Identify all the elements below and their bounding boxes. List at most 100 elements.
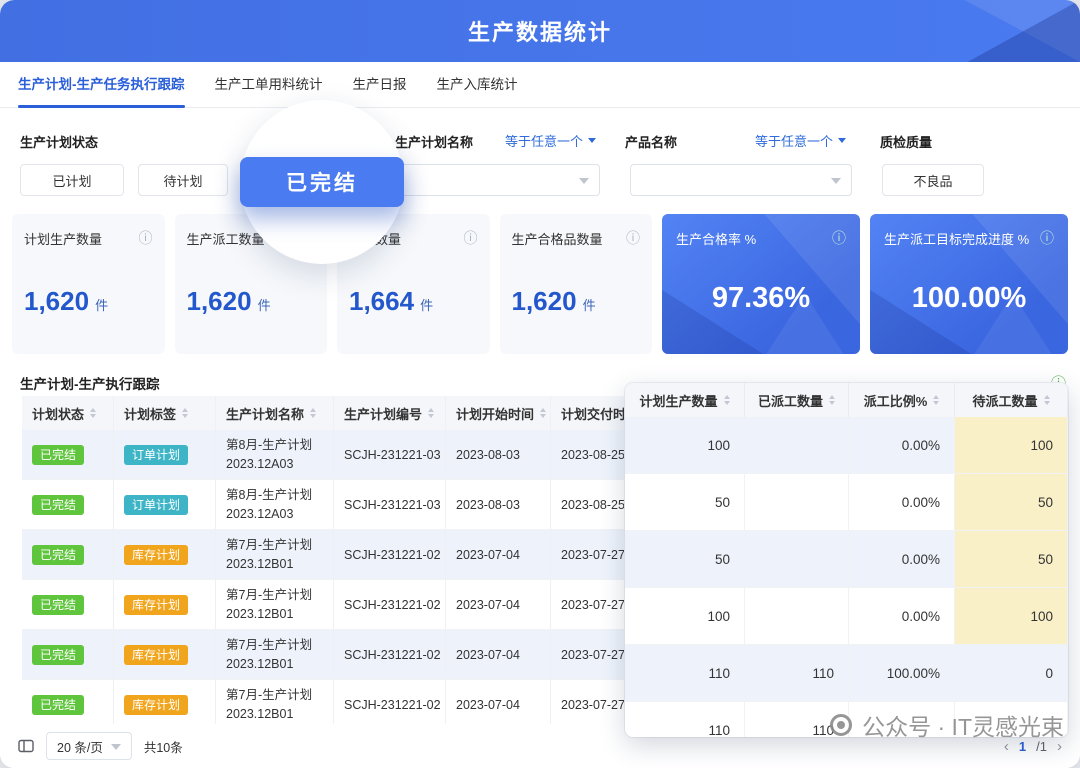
due-date-cell: 2023-07-27 [561, 598, 625, 612]
table-header-row: 计划状态 计划标签 生产计划名称 生产计划编号 计划开始时间 计划交付时间 [22, 396, 656, 430]
page-title: 生产数据统计 [468, 15, 612, 47]
due-date-cell: 2023-07-27 [561, 548, 625, 562]
plan-code-cell: SCJH-231221-02 [344, 598, 441, 612]
chevron-down-icon [588, 138, 596, 143]
table-row[interactable]: 已完结 库存计划 第7月-生产计划 2023.12B01 SCJH-231221… [22, 630, 656, 680]
column-header-dispatched-qty[interactable]: 已派工数量 [745, 383, 849, 417]
sort-icon [829, 395, 835, 405]
production-dashboard: 生产数据统计 生产计划-生产任务执行跟踪 生产工单用料统计 生产日报 生产入库统… [0, 0, 1080, 768]
sort-icon [1044, 395, 1050, 405]
pending-qty-cell: 50 [955, 531, 1068, 587]
filter-button-finished[interactable]: 已完结 [240, 157, 404, 207]
info-icon[interactable]: ⓘ [139, 228, 153, 248]
tag-badge: 订单计划 [124, 445, 188, 465]
card-value: 100.00% [912, 282, 1027, 315]
tab-bar: 生产计划-生产任务执行跟踪 生产工单用料统计 生产日报 生产入库统计 [0, 62, 1080, 108]
plan-name-label: 生产计划名称 [395, 132, 473, 151]
status-badge: 已完结 [32, 495, 84, 515]
info-icon[interactable]: ⓘ [832, 228, 846, 248]
plan-name-cell: 第8月-生产计划 2023.12A03 [226, 436, 333, 474]
card-planned-qty: 计划生产数量 ⓘ 1,620件 [12, 214, 165, 354]
card-unit: 件 [258, 295, 271, 314]
pending-qty-cell: 100 [955, 588, 1068, 644]
dispatched-qty-cell [745, 474, 849, 530]
column-header-plan-status[interactable]: 计划状态 [22, 396, 114, 430]
product-operator-link[interactable]: 等于任意一个 [755, 131, 846, 150]
filter-button-pending[interactable]: 待计划 [138, 164, 228, 196]
tag-badge: 库存计划 [124, 545, 188, 565]
start-date-cell: 2023-07-04 [456, 698, 520, 712]
planned-qty-cell: 50 [625, 531, 745, 587]
view-settings-icon[interactable] [18, 738, 34, 754]
chevron-down-icon [831, 178, 841, 184]
start-date-cell: 2023-08-03 [456, 448, 520, 462]
table-row[interactable]: 已完结 库存计划 第7月-生产计划 2023.12B01 SCJH-231221… [22, 680, 656, 724]
start-date-cell: 2023-07-04 [456, 648, 520, 662]
table-row[interactable]: 110 110 100.00% 0 [625, 645, 1068, 702]
status-badge: 已完结 [32, 545, 84, 565]
tab-production-plan-tracking[interactable]: 生产计划-生产任务执行跟踪 [18, 62, 185, 108]
column-header-plan-code[interactable]: 生产计划编号 [334, 396, 446, 430]
dispatch-qty-panel: 计划生产数量 已派工数量 派工比例% 待派工数量 100 0.00% 100 5… [625, 383, 1068, 737]
page-size-select[interactable]: 20 条/页 [46, 732, 132, 760]
info-icon[interactable]: ⓘ [464, 228, 478, 248]
app-header: 生产数据统计 [0, 0, 1080, 62]
table-body: 已完结 订单计划 第8月-生产计划 2023.12A03 SCJH-231221… [22, 430, 656, 724]
table-row[interactable]: 50 0.00% 50 [625, 531, 1068, 588]
production-plan-table: 计划状态 计划标签 生产计划名称 生产计划编号 计划开始时间 计划交付时间 已完… [22, 396, 656, 724]
planned-qty-cell: 100 [625, 588, 745, 644]
status-badge: 已完结 [32, 445, 84, 465]
table-row[interactable]: 100 0.00% 100 [625, 417, 1068, 474]
card-value: 1,664 [349, 286, 414, 317]
pending-qty-cell: 0 [955, 645, 1068, 701]
planned-qty-cell: 100 [625, 417, 745, 473]
table-row[interactable]: 已完结 库存计划 第7月-生产计划 2023.12B01 SCJH-231221… [22, 580, 656, 630]
sort-icon [724, 395, 730, 405]
tag-badge: 订单计划 [124, 495, 188, 515]
pending-qty-cell: 50 [955, 474, 1068, 530]
start-date-cell: 2023-08-03 [456, 498, 520, 512]
dispatch-ratio-cell: 100.00% [849, 645, 955, 701]
status-badge: 已完结 [32, 645, 84, 665]
card-unit: 件 [420, 295, 433, 314]
sort-icon [90, 408, 96, 418]
card-qualified-qty: 生产合格品数量 ⓘ 1,620件 [500, 214, 653, 354]
due-date-cell: 2023-07-27 [561, 698, 625, 712]
plan-name-operator-link[interactable]: 等于任意一个 [505, 131, 596, 150]
column-header-plan-name[interactable]: 生产计划名称 [216, 396, 334, 430]
card-label: 生产合格率 % [676, 229, 756, 248]
table-row[interactable]: 100 0.00% 100 [625, 588, 1068, 645]
column-header-planned-qty[interactable]: 计划生产数量 [625, 383, 745, 417]
plan-status-label: 生产计划状态 [20, 132, 98, 151]
dispatched-qty-cell [745, 531, 849, 587]
table-row[interactable]: 已完结 订单计划 第8月-生产计划 2023.12A03 SCJH-231221… [22, 480, 656, 530]
table-row[interactable]: 已完结 库存计划 第7月-生产计划 2023.12B01 SCJH-231221… [22, 530, 656, 580]
tab-warehouse-stats[interactable]: 生产入库统计 [437, 62, 518, 108]
quality-label: 质检质量 [880, 132, 932, 151]
table-row[interactable]: 已完结 订单计划 第8月-生产计划 2023.12A03 SCJH-231221… [22, 430, 656, 480]
plan-name-cell: 第8月-生产计划 2023.12A03 [226, 486, 333, 524]
card-label: 生产合格品数量 [512, 229, 603, 248]
card-unit: 件 [95, 295, 108, 314]
plan-code-cell: SCJH-231221-02 [344, 648, 441, 662]
table-row[interactable]: 50 0.00% 50 [625, 474, 1068, 531]
sort-icon [310, 408, 316, 418]
tag-badge: 库存计划 [124, 695, 188, 715]
product-name-select[interactable] [630, 164, 852, 196]
dispatch-ratio-cell: 0.00% [849, 474, 955, 530]
total-count: 共10条 [144, 737, 183, 756]
filter-button-defective[interactable]: 不良品 [882, 164, 984, 196]
aperture-icon [830, 714, 852, 736]
due-date-cell: 2023-08-25 [561, 448, 625, 462]
info-icon[interactable]: ⓘ [1040, 228, 1054, 248]
plan-name-select[interactable] [395, 164, 600, 196]
column-header-plan-tag[interactable]: 计划标签 [114, 396, 216, 430]
column-header-pending-qty[interactable]: 待派工数量 [955, 383, 1068, 417]
planned-qty-cell: 50 [625, 474, 745, 530]
card-pass-rate: 生产合格率 % ⓘ 97.36% [662, 214, 860, 354]
filter-button-planned[interactable]: 已计划 [20, 164, 124, 196]
column-header-start-date[interactable]: 计划开始时间 [446, 396, 551, 430]
card-label: 计划生产数量 [24, 229, 102, 248]
column-header-dispatch-ratio[interactable]: 派工比例% [849, 383, 955, 417]
info-icon[interactable]: ⓘ [626, 228, 640, 248]
